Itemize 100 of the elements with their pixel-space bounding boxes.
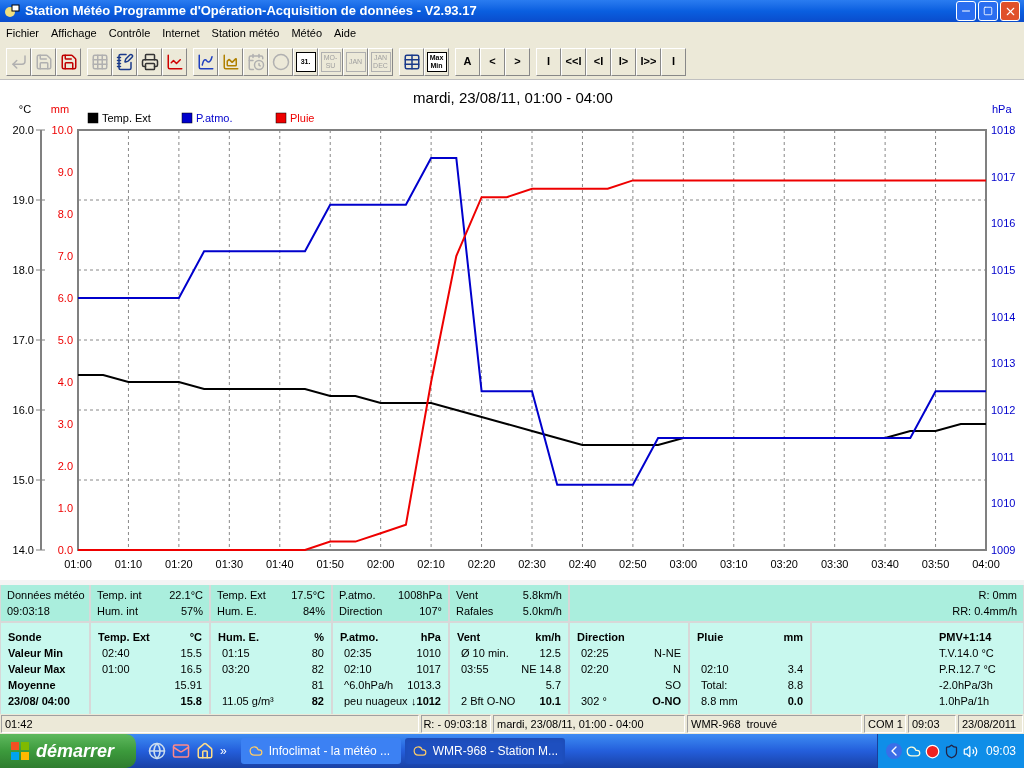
stat-value: 1010 (416, 645, 441, 661)
stat-label: 02:10 (700, 661, 729, 677)
menu-item[interactable]: Station météo (211, 24, 280, 42)
shield-icon[interactable] (943, 743, 959, 759)
stat-label: Total: (700, 677, 728, 693)
axis-label: 1015 (991, 264, 1016, 276)
reading-value: 17.5°C (291, 588, 325, 603)
menu-item[interactable]: Internet (162, 24, 200, 42)
axis-label: 1010 (991, 497, 1016, 510)
toolbar-button[interactable]: I (661, 47, 686, 76)
close-button[interactable] (1000, 1, 1020, 21)
reading-value: 107° (419, 604, 442, 619)
taskbar-button[interactable]: WMR-968 - Station M... (404, 738, 565, 764)
toolbar-button[interactable] (56, 47, 81, 76)
reading-label: Temp. int (97, 588, 142, 603)
calendar-icon (246, 52, 265, 71)
axis-label: 01:40 (266, 558, 294, 570)
axis-label: 1.0 (57, 502, 73, 514)
menu-item[interactable]: Fichier (6, 24, 39, 42)
stat-label: 03:20 (221, 661, 250, 677)
axis-label: 17.0 (12, 334, 34, 346)
start-button[interactable]: démarrer (0, 734, 137, 768)
toolbar-button[interactable] (162, 47, 187, 76)
app-icon (412, 744, 427, 758)
toolbar-button[interactable]: < (480, 47, 505, 76)
clock: 09:03 (985, 743, 1016, 760)
column-header: Hum. E. (218, 629, 259, 645)
row-label: Moyenne (8, 677, 56, 693)
axis-label: 02:00 (366, 558, 395, 570)
row-label: 23/08/ 04:00 (8, 693, 70, 709)
axis-label: 01:00 (64, 558, 92, 570)
axis-label: 1016 (991, 217, 1016, 230)
stat-value: ↓1012 (411, 693, 441, 709)
toolbar-button[interactable] (137, 47, 162, 76)
menu-item[interactable]: Contrôle (108, 24, 151, 42)
axis-label: 9.0 (57, 166, 73, 178)
axis-label: 5.0 (57, 334, 73, 346)
reading-label: P.atmo. (339, 588, 376, 603)
row-label: Valeur Max (8, 661, 66, 677)
legend-label: Temp. Ext (102, 112, 151, 124)
axis-label: 1011 (991, 450, 1015, 463)
status-field: WMR-968 trouvé (687, 715, 862, 733)
stat-value: 10.1 (539, 693, 561, 709)
stat-label: 02:20 (580, 661, 609, 677)
axis-label: 15.0 (12, 474, 34, 486)
toolbar-button[interactable]: I (536, 47, 561, 76)
chevron-icon[interactable] (885, 743, 902, 759)
more-button[interactable]: » (220, 742, 227, 760)
house-icon[interactable] (196, 742, 215, 760)
menu-item[interactable]: Météo (291, 24, 323, 42)
stat-label: 8.8 mm (700, 693, 738, 709)
toolbar-button[interactable] (112, 47, 137, 76)
stat-value: N-NE (654, 645, 681, 661)
reading-label: Temp. Ext (217, 588, 266, 603)
summary-text: P.R.12.7 °C (939, 661, 996, 677)
maximize-button[interactable] (978, 1, 998, 21)
axis-label: 20.0 (12, 124, 34, 136)
taskbar-button[interactable]: Infoclimat - la météo ... (240, 738, 401, 764)
browser-icon[interactable] (148, 742, 167, 760)
axis-label: 3.0 (57, 418, 73, 430)
stat-value: 8.8 (787, 677, 803, 693)
app-icon (4, 3, 20, 19)
speaker-icon[interactable] (962, 743, 978, 759)
stat-value: 80 (311, 645, 324, 661)
stat-label: peu nuageux (343, 693, 408, 709)
toolbar-button[interactable]: <I (586, 47, 611, 76)
toolbar-button[interactable]: > (505, 47, 530, 76)
axis-unit: mm (50, 103, 70, 115)
stat-label: Ø 10 min. (460, 645, 509, 661)
toolbar-button[interactable]: <<I (561, 47, 586, 76)
stat-value: 1017 (416, 661, 441, 677)
axis-unit: hPa (992, 103, 1012, 115)
unit-label: % (314, 629, 324, 645)
line-chart-icon (196, 52, 215, 71)
window-title: Station Météo Programme d'Opération-Acquisition de données - V2.93.17 (25, 2, 477, 21)
tray-app-icon[interactable] (924, 743, 940, 759)
reading-value: 57% (180, 604, 203, 619)
stat-value: SO (665, 677, 681, 693)
stat-value: 0.0 (787, 693, 803, 709)
status-field: mardi, 23/08/11, 01:00 - 04:00 (493, 715, 685, 733)
mail-icon[interactable] (172, 742, 191, 760)
tray-app-icon[interactable] (905, 743, 921, 759)
axis-label: 03:40 (871, 558, 899, 570)
toolbar-button[interactable]: A (455, 47, 480, 76)
stat-label: 01:00 (101, 661, 130, 677)
toolbar-button[interactable] (193, 47, 218, 76)
stat-value: 82 (311, 661, 324, 677)
minimize-button[interactable] (956, 1, 976, 21)
toolbar-button[interactable]: I>> (636, 47, 661, 76)
legend-label: Pluie (290, 112, 315, 124)
toolbar-button[interactable]: I> (611, 47, 636, 76)
axis-label: 2.0 (57, 460, 73, 472)
toolbar-button[interactable] (399, 47, 424, 76)
reading-label: Rafales (456, 604, 494, 619)
axis-label: 03:00 (669, 558, 698, 570)
menu-item[interactable]: Aide (334, 24, 357, 42)
menu-item[interactable]: Affichage (51, 24, 97, 42)
axis-label: 0.0 (57, 544, 73, 556)
axis-label: 02:10 (417, 558, 445, 570)
printer-icon (140, 52, 159, 71)
